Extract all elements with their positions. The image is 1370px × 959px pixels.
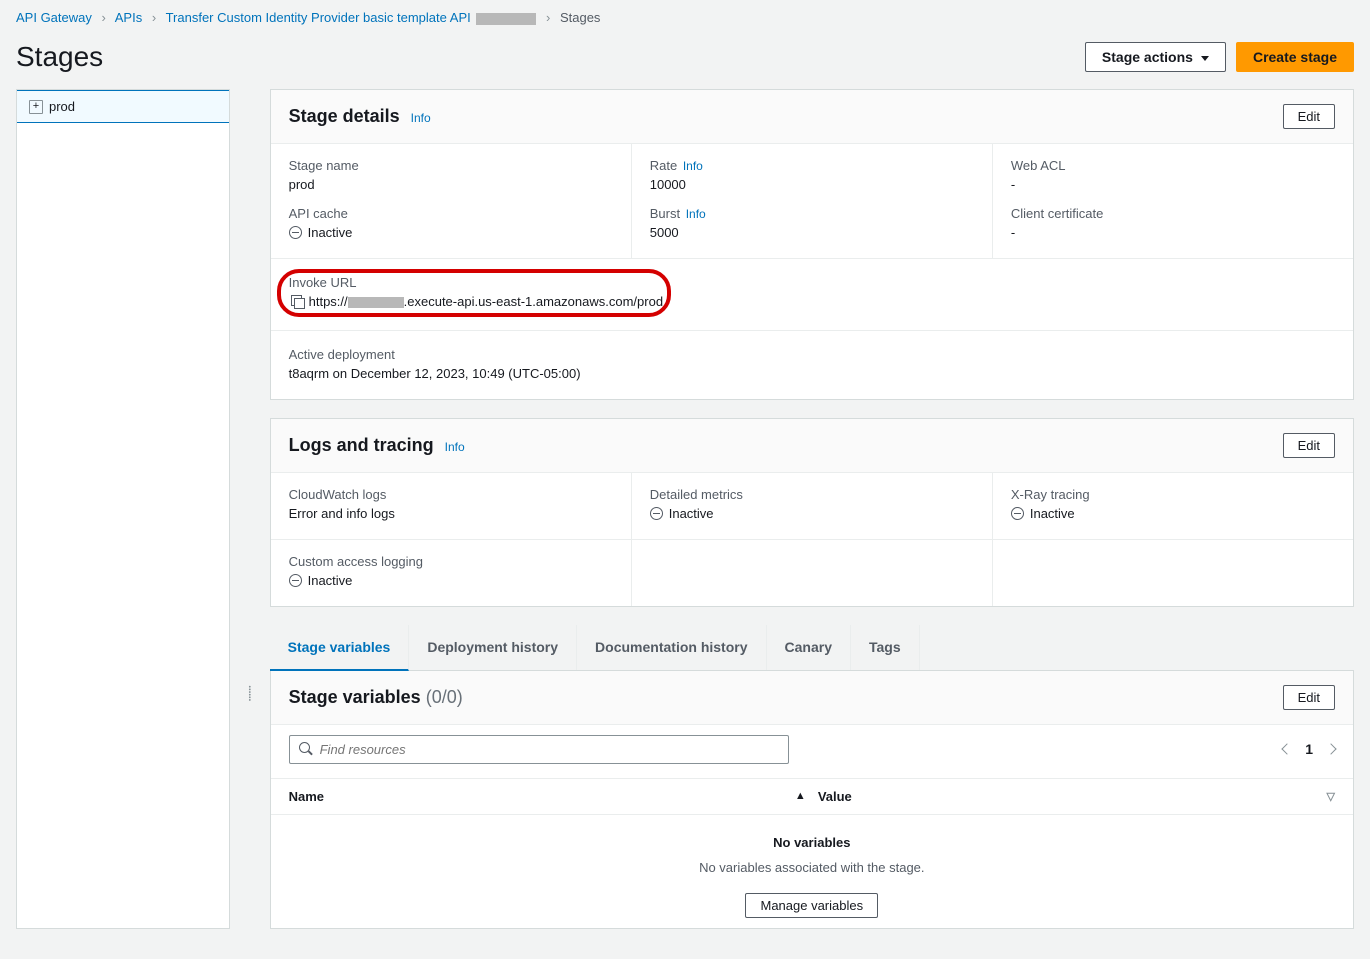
chevron-right-icon: ›	[152, 10, 156, 25]
detailed-metrics-value: Inactive	[650, 506, 974, 521]
invoke-url-value: https://.execute-api.us-east-1.amazonaws…	[289, 294, 663, 309]
edit-variables-button[interactable]: Edit	[1283, 685, 1335, 710]
empty-title: No variables	[271, 835, 1353, 850]
edit-stage-details-button[interactable]: Edit	[1283, 104, 1335, 129]
inactive-icon	[289, 226, 302, 239]
rate-label: Rate Info	[650, 158, 974, 173]
invoke-url-label: Invoke URL	[289, 275, 663, 290]
stage-details-title: Stage details Info	[289, 106, 431, 127]
tab-deployment-history[interactable]: Deployment history	[409, 625, 577, 670]
stage-name-label: Stage name	[289, 158, 613, 173]
empty-state: No variables No variables associated wit…	[271, 815, 1353, 928]
search-input[interactable]	[289, 735, 789, 764]
sort-icon[interactable]: ▽	[1327, 790, 1335, 803]
prev-page-button[interactable]	[1282, 743, 1293, 754]
expand-icon[interactable]: +	[29, 100, 43, 114]
resize-handle[interactable]: ⸽	[246, 682, 254, 705]
info-link[interactable]: Info	[683, 159, 703, 173]
info-link[interactable]: Info	[686, 207, 706, 221]
cw-logs-label: CloudWatch logs	[289, 487, 613, 502]
info-link[interactable]: Info	[411, 111, 431, 125]
edit-logs-button[interactable]: Edit	[1283, 433, 1335, 458]
col-value[interactable]: Value	[818, 789, 852, 804]
rate-value: 10000	[650, 177, 974, 192]
inactive-icon	[1011, 507, 1024, 520]
invoke-url-highlight: Invoke URL https://.execute-api.us-east-…	[289, 275, 663, 309]
stage-variables-panel: Stage variables (0/0) Edit 1	[270, 670, 1354, 929]
tab-documentation-history[interactable]: Documentation history	[577, 625, 766, 670]
sort-asc-icon[interactable]: ▲	[795, 790, 806, 802]
inactive-icon	[650, 507, 663, 520]
burst-value: 5000	[650, 225, 974, 240]
chevron-right-icon: ›	[546, 10, 550, 25]
chevron-right-icon: ›	[102, 10, 106, 25]
page-number: 1	[1305, 741, 1313, 757]
client-cert-value: -	[1011, 225, 1335, 240]
cw-logs-value: Error and info logs	[289, 506, 613, 521]
tree-item-prod[interactable]: + prod	[17, 90, 229, 123]
breadcrumb: API Gateway › APIs › Transfer Custom Ide…	[0, 0, 1370, 35]
xray-label: X-Ray tracing	[1011, 487, 1335, 502]
search-icon	[299, 742, 313, 756]
empty-desc: No variables associated with the stage.	[271, 860, 1353, 875]
tab-stage-variables[interactable]: Stage variables	[270, 625, 410, 671]
redacted-text	[476, 13, 536, 25]
active-deployment-label: Active deployment	[289, 347, 1335, 362]
api-cache-value: Inactive	[289, 225, 613, 240]
api-cache-label: API cache	[289, 206, 613, 221]
logs-tracing-title: Logs and tracing Info	[289, 435, 465, 456]
inactive-icon	[289, 574, 302, 587]
crumb-apis[interactable]: APIs	[115, 10, 142, 25]
active-deployment-value: t8aqrm on December 12, 2023, 10:49 (UTC-…	[289, 366, 1335, 381]
copy-icon[interactable]	[289, 295, 303, 309]
xray-value: Inactive	[1011, 506, 1335, 521]
tab-tags[interactable]: Tags	[851, 625, 920, 670]
burst-label: Burst Info	[650, 206, 974, 221]
crumb-current: Stages	[560, 10, 600, 25]
redacted-text	[348, 297, 404, 308]
col-name[interactable]: Name	[289, 789, 324, 804]
logs-tracing-panel: Logs and tracing Info Edit CloudWatch lo…	[270, 418, 1354, 607]
caret-down-icon	[1201, 56, 1209, 61]
info-link[interactable]: Info	[445, 440, 465, 454]
crumb-api-gateway[interactable]: API Gateway	[16, 10, 92, 25]
custom-access-value: Inactive	[289, 573, 613, 588]
next-page-button[interactable]	[1325, 743, 1336, 754]
web-acl-value: -	[1011, 177, 1335, 192]
pager: 1	[1283, 741, 1335, 757]
stage-tabs: Stage variables Deployment history Docum…	[270, 625, 1354, 671]
stage-actions-button[interactable]: Stage actions	[1085, 42, 1226, 72]
stage-name-value: prod	[289, 177, 613, 192]
manage-variables-button[interactable]: Manage variables	[745, 893, 878, 918]
tree-item-label: prod	[49, 99, 75, 114]
page-header: Stages Stage actions Create stage	[0, 35, 1370, 89]
crumb-api-name[interactable]: Transfer Custom Identity Provider basic …	[166, 10, 537, 25]
stages-tree: + prod	[16, 89, 230, 929]
create-stage-button[interactable]: Create stage	[1236, 42, 1354, 72]
page-title: Stages	[16, 41, 103, 73]
client-cert-label: Client certificate	[1011, 206, 1335, 221]
custom-access-label: Custom access logging	[289, 554, 613, 569]
stage-details-panel: Stage details Info Edit Stage name prod …	[270, 89, 1354, 400]
web-acl-label: Web ACL	[1011, 158, 1335, 173]
variables-table-header: Name ▲ Value ▽	[271, 778, 1353, 815]
tab-canary[interactable]: Canary	[767, 625, 851, 670]
detailed-metrics-label: Detailed metrics	[650, 487, 974, 502]
stage-variables-title: Stage variables (0/0)	[289, 687, 463, 708]
